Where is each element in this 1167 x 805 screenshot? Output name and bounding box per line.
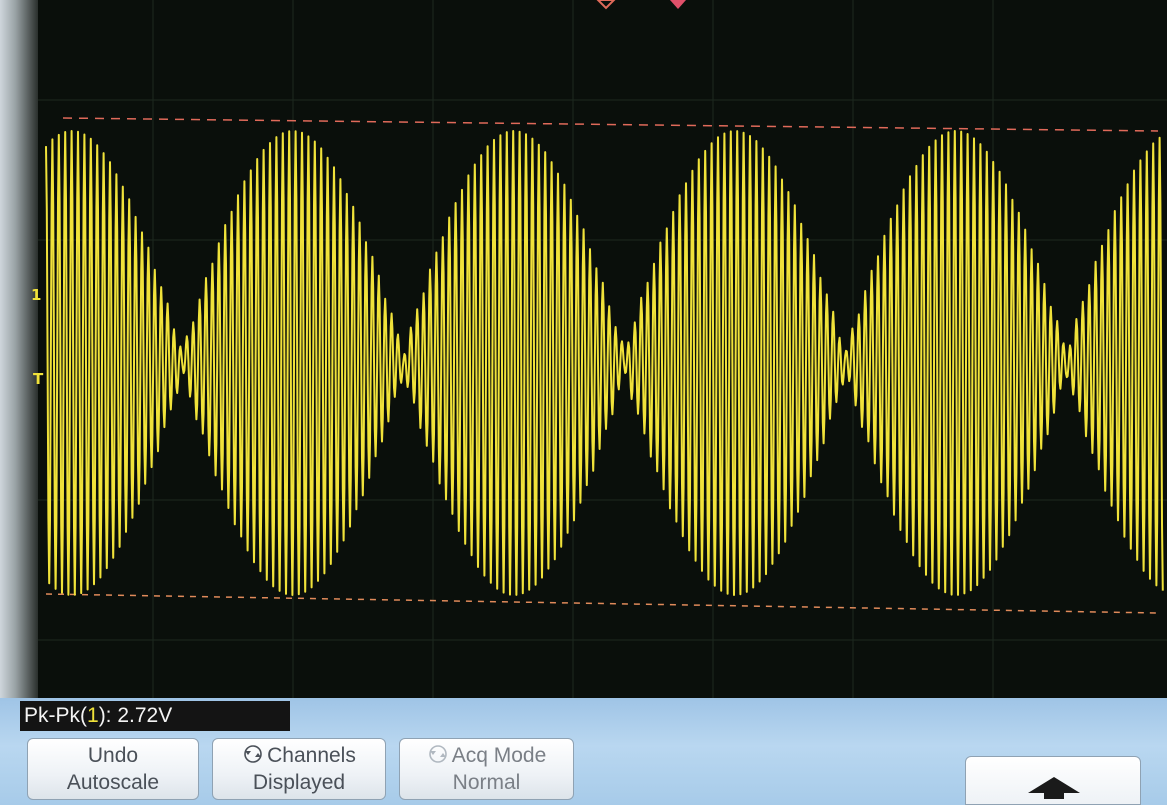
trigger-marker-left — [596, 0, 616, 10]
menu-up-button[interactable] — [965, 756, 1141, 805]
waveform-display: 1 T — [31, 0, 1167, 700]
measurement-channel: 1 — [87, 704, 99, 727]
upper-cursor-line — [62, 117, 1159, 132]
measurement-prefix: Pk-Pk( — [24, 704, 87, 727]
softkey-label-line2: Displayed — [252, 771, 346, 794]
channel1-trace — [45, 130, 1164, 596]
up-arrow-icon — [1028, 777, 1080, 799]
softkey-label-line1: Acq Mode — [451, 744, 547, 767]
acq-mode-button[interactable]: Acq Mode Normal — [399, 738, 574, 800]
undo-autoscale-button[interactable]: Undo Autoscale — [27, 738, 199, 800]
channel1-ground-marker: 1 — [31, 286, 42, 304]
measurement-value: ): 2.72V — [98, 704, 173, 727]
trigger-marker-right — [670, 0, 686, 9]
left-bezel — [0, 0, 38, 805]
waveform-canvas — [38, 0, 1167, 700]
lower-cursor-line — [45, 593, 1159, 614]
softkey-label-line2: Autoscale — [66, 771, 160, 794]
trigger-level-marker: T — [33, 370, 44, 388]
rotate-knob-icon — [244, 745, 262, 763]
softkey-label-line2: Normal — [452, 771, 521, 794]
softkey-label-line1: Undo — [87, 744, 139, 767]
rotate-knob-icon — [428, 745, 447, 763]
channels-displayed-button[interactable]: Channels Displayed — [212, 738, 386, 800]
softkey-label-line1: Channels — [267, 744, 356, 767]
oscilloscope-screen: 1 T Pk-Pk(1): 2.72V Undo Autoscale Chann… — [0, 0, 1167, 805]
measurement-readout: Pk-Pk(1): 2.72V — [20, 701, 290, 731]
